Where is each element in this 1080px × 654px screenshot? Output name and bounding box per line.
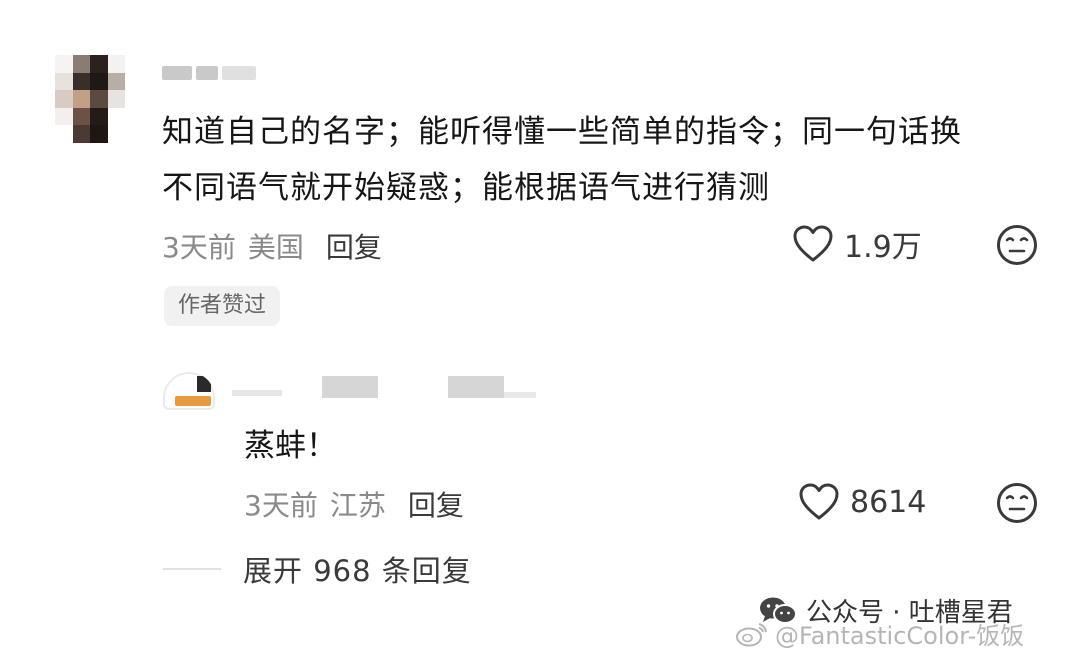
comment-region: 美国 [247, 231, 304, 264]
reply-time: 3天前 [244, 489, 318, 522]
weibo-account-name: @FantasticColor-饭饭 [775, 622, 1025, 650]
heart-outline-icon [793, 225, 833, 262]
comment-text-line-1: 知道自己的名字；能听得懂一些简单的指令；同一句话换 [162, 114, 962, 150]
weibo-watermark: @FantasticColor-饭饭 [735, 616, 1024, 651]
reply-meta: 3天前 江苏 回复 [244, 484, 464, 524]
reply-text: 蒸蚌！ [244, 428, 337, 464]
commenter-name[interactable] [162, 62, 282, 84]
reply-like-count: 8614 [850, 484, 927, 520]
reply-region: 江苏 [329, 489, 386, 522]
reply-reply-button[interactable]: 回复 [408, 489, 464, 522]
comment-meta: 3天前 美国 回复 [162, 226, 382, 266]
expand-replies-button[interactable]: 展开 968 条回复 [243, 548, 472, 590]
like-button[interactable]: 1.9万 [792, 222, 922, 266]
reply-button[interactable]: 回复 [326, 231, 382, 264]
commenter-avatar[interactable] [55, 55, 125, 143]
comment-text: 知道自己的名字；能听得懂一些简单的指令；同一句话换 不同语气就开始疑惑；能根据语… [162, 104, 1052, 216]
reply-avatar[interactable] [163, 372, 215, 410]
heart-outline-icon [799, 483, 839, 520]
expand-divider [163, 568, 221, 570]
neutral-face-icon[interactable] [996, 224, 1038, 266]
author-liked-badge: 作者赞过 [164, 286, 281, 326]
comment-time: 3天前 [162, 231, 236, 264]
like-count: 1.9万 [844, 230, 922, 265]
neutral-face-icon[interactable] [996, 482, 1038, 524]
weibo-icon [736, 622, 767, 646]
comment-text-line-2: 不同语气就开始疑惑；能根据语气进行猜测 [162, 170, 770, 206]
reply-like-button[interactable]: 8614 [798, 482, 926, 522]
